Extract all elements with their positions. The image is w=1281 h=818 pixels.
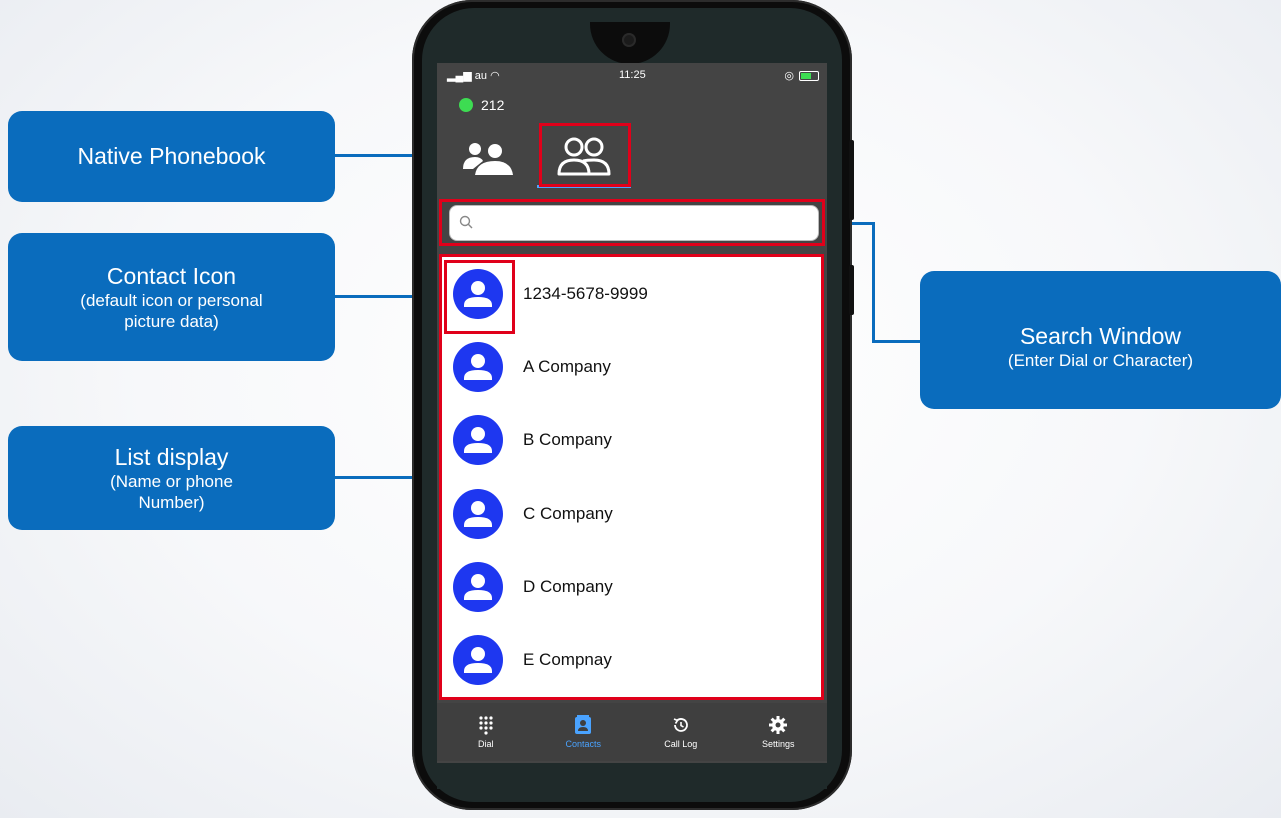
list-item[interactable]: A Company <box>442 330 821 404</box>
highlight-contact-icon <box>444 260 515 334</box>
search-window[interactable] <box>449 205 819 241</box>
volume-button <box>849 140 854 220</box>
leader-line <box>872 340 920 343</box>
power-button <box>849 265 854 315</box>
contact-avatar-icon <box>453 562 503 612</box>
search-icon <box>459 215 473 229</box>
status-bar: ▂▄▆ au ◠ 11:25 ◎ <box>437 63 827 89</box>
leader-line <box>872 222 875 343</box>
list-item[interactable]: E Compnay <box>442 623 821 697</box>
contact-name: D Company <box>523 577 613 596</box>
signal-icon: ▂▄▆ <box>447 70 472 82</box>
callout-title: Contact Icon <box>106 262 237 289</box>
callout-title: Native Phonebook <box>77 143 266 169</box>
contact-name: A Company <box>523 357 611 376</box>
highlight-native-phonebook <box>539 123 631 187</box>
list-item[interactable]: B Company <box>442 403 821 477</box>
history-icon <box>673 718 688 732</box>
dialpad-icon <box>479 716 493 735</box>
nav-call-log[interactable]: Call Log <box>632 703 730 761</box>
contact-avatar-icon <box>453 635 503 685</box>
callout-subtitle: (Enter Dial or Character) <box>1007 351 1194 370</box>
extension-number: 212 <box>481 97 505 113</box>
phone-chin <box>437 763 827 789</box>
callout-title: List display <box>114 443 229 470</box>
contact-avatar-icon <box>453 342 503 392</box>
contact-name: C Company <box>523 504 613 523</box>
contact-avatar-icon <box>453 489 503 539</box>
callout-list-display: List display (Name or phone Number) <box>8 426 335 530</box>
nav-dial[interactable]: Dial <box>437 703 535 761</box>
nav-settings[interactable]: Settings <box>730 703 828 761</box>
contact-avatar-icon <box>453 415 503 465</box>
nav-label: Call Log <box>664 739 698 749</box>
nav-label: Dial <box>477 739 494 749</box>
camera-icon <box>622 33 636 47</box>
list-item[interactable]: D Company <box>442 550 821 624</box>
carrier-signal: ▂▄▆ au ◠ <box>447 69 500 82</box>
callout-subtitle: (Name or phone Number) <box>110 471 233 512</box>
wifi-icon: ◠ <box>490 70 500 82</box>
nav-label: Settings <box>761 739 795 749</box>
contact-name: B Company <box>523 430 612 449</box>
gear-icon <box>769 716 788 734</box>
contact-name: E Compnay <box>523 650 612 669</box>
clock: 11:25 <box>619 69 646 81</box>
contact-name: 1234-5678-9999 <box>523 284 648 303</box>
bottom-nav: Dial Contacts Call Log Settings <box>437 703 827 761</box>
native-phonebook-icon <box>463 143 513 175</box>
callout-native-phonebook: Native Phonebook <box>8 111 335 202</box>
list-item[interactable]: C Company <box>442 477 821 551</box>
app-screen: ▂▄▆ au ◠ 11:25 ◎ 212 1234-5678-9999 A Co… <box>437 63 827 763</box>
registration-status-icon <box>459 98 473 112</box>
callout-title: Search Window <box>1019 323 1182 349</box>
extension-status: 212 <box>459 97 504 113</box>
contacts-icon <box>575 715 592 734</box>
callout-contact-icon: Contact Icon (default icon or personal p… <box>8 233 335 361</box>
callout-subtitle: (default icon or personal picture data) <box>80 290 263 331</box>
tab-native-phonebook[interactable] <box>459 139 515 179</box>
nav-label: Contacts <box>565 739 602 749</box>
carrier-label: au <box>474 70 488 82</box>
callout-search-window: Search Window (Enter Dial or Character) <box>920 271 1281 409</box>
nav-contacts[interactable]: Contacts <box>535 703 633 761</box>
search-input[interactable] <box>482 214 816 232</box>
alarm-icon: ◎ <box>784 70 794 82</box>
battery-icon <box>799 70 819 81</box>
